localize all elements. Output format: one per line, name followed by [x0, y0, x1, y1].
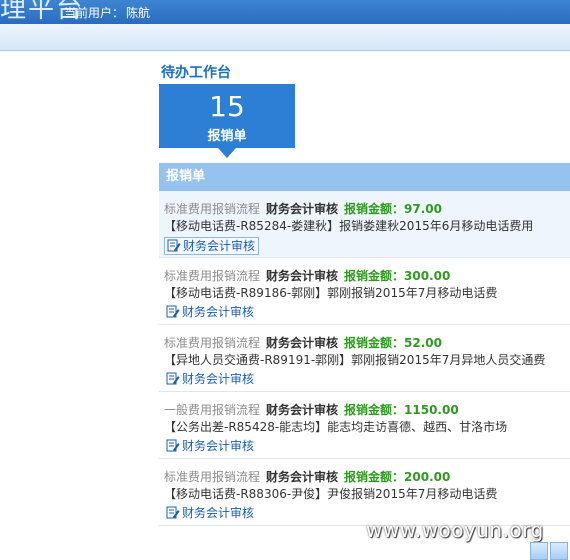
- tile-pointer: [218, 148, 236, 158]
- edit-document-icon: [166, 305, 180, 318]
- list-item: 标准费用报销流程 财务会计审核 报销金额：52.00 【异地人员交通费-R89191…: [159, 325, 570, 392]
- expense-list: 标准费用报销流程 财务会计审核 报销金额：97.00 【移动电话费-R85284-娄…: [159, 191, 570, 526]
- edit-document-icon: [166, 506, 180, 519]
- audit-action-label: 财务会计审核: [182, 506, 255, 520]
- current-user: 当前用户： 陈航: [64, 4, 150, 21]
- edit-document-icon: [167, 239, 181, 252]
- top-banner: 理平台 当前用户： 陈航: [0, 0, 570, 24]
- item-detail-link[interactable]: 【移动电话费-R88306-尹俊】尹俊报销2015年7月移动电话费: [164, 485, 570, 503]
- item-detail-link[interactable]: 【公务出差-R85428-能志均】能志均走访喜德、越西、甘洛市场: [164, 418, 570, 436]
- stage-name: 财务会计审核: [266, 202, 339, 216]
- flow-name: 标准费用报销流程: [164, 269, 261, 283]
- stage-name: 财务会计审核: [266, 470, 339, 484]
- list-item: 标准费用报销流程 财务会计审核 报销金额：200.00 【移动电话费-R88306-…: [159, 459, 570, 526]
- audit-action-label: 财务会计审核: [182, 305, 255, 319]
- item-detail-link[interactable]: 【异地人员交通费-R89191-郭刚】郭刚报销2015年7月异地人员交通费: [164, 351, 570, 369]
- audit-action-label: 财务会计审核: [183, 239, 256, 253]
- list-item: 标准费用报销流程 财务会计审核 报销金额：97.00 【移动电话费-R85284-娄…: [159, 191, 570, 258]
- item-detail-link[interactable]: 【移动电话费-R85284-娄建秋】报销娄建秋2015年6月移动电话费用: [164, 217, 570, 235]
- amount: 报销金额：97.00: [344, 202, 442, 216]
- pending-counter-tile[interactable]: 15 报销单: [159, 84, 295, 158]
- flow-name: 标准费用报销流程: [164, 336, 261, 350]
- list-header: 报销单: [159, 163, 570, 191]
- audit-action-button[interactable]: 财务会计审核: [164, 371, 257, 387]
- list-item: 标准费用报销流程 财务会计审核 报销金额：300.00 【移动电话费-R89186-…: [159, 258, 570, 325]
- flow-name: 一般费用报销流程: [164, 403, 261, 417]
- flow-name: 标准费用报销流程: [164, 202, 261, 216]
- amount: 报销金额：200.00: [344, 470, 451, 484]
- current-user-label: 当前用户：: [64, 6, 125, 20]
- flow-name: 标准费用报销流程: [164, 470, 261, 484]
- watermark: www.wooyun.org: [366, 518, 544, 542]
- pending-count: 15: [209, 90, 245, 123]
- edit-document-icon: [166, 439, 180, 452]
- scroll-prev-button[interactable]: [530, 542, 548, 560]
- audit-action-button[interactable]: 财务会计审核: [164, 505, 257, 521]
- nav-bar: [0, 24, 570, 51]
- current-user-name: 陈航: [126, 6, 151, 20]
- audit-action-button[interactable]: 财务会计审核: [164, 438, 257, 454]
- audit-action-button[interactable]: 财务会计审核: [164, 237, 260, 255]
- stage-name: 财务会计审核: [266, 403, 339, 417]
- amount: 报销金额：52.00: [344, 336, 442, 350]
- amount: 报销金额：300.00: [344, 269, 451, 283]
- edit-document-icon: [166, 372, 180, 385]
- stage-name: 财务会计审核: [266, 269, 339, 283]
- stage-name: 财务会计审核: [266, 336, 339, 350]
- section-title: 待办工作台: [161, 65, 231, 81]
- pending-count-label: 报销单: [207, 129, 247, 144]
- scroll-next-button[interactable]: [550, 542, 568, 560]
- amount: 报销金额：1150.00: [344, 403, 459, 417]
- audit-action-label: 财务会计审核: [182, 372, 255, 386]
- audit-action-button[interactable]: 财务会计审核: [164, 304, 257, 320]
- item-detail-link[interactable]: 【移动电话费-R89186-郭刚】郭刚报销2015年7月移动电话费: [164, 284, 570, 302]
- audit-action-label: 财务会计审核: [182, 439, 255, 453]
- list-item: 一般费用报销流程 财务会计审核 报销金额：1150.00 【公务出差-R85428-…: [159, 392, 570, 459]
